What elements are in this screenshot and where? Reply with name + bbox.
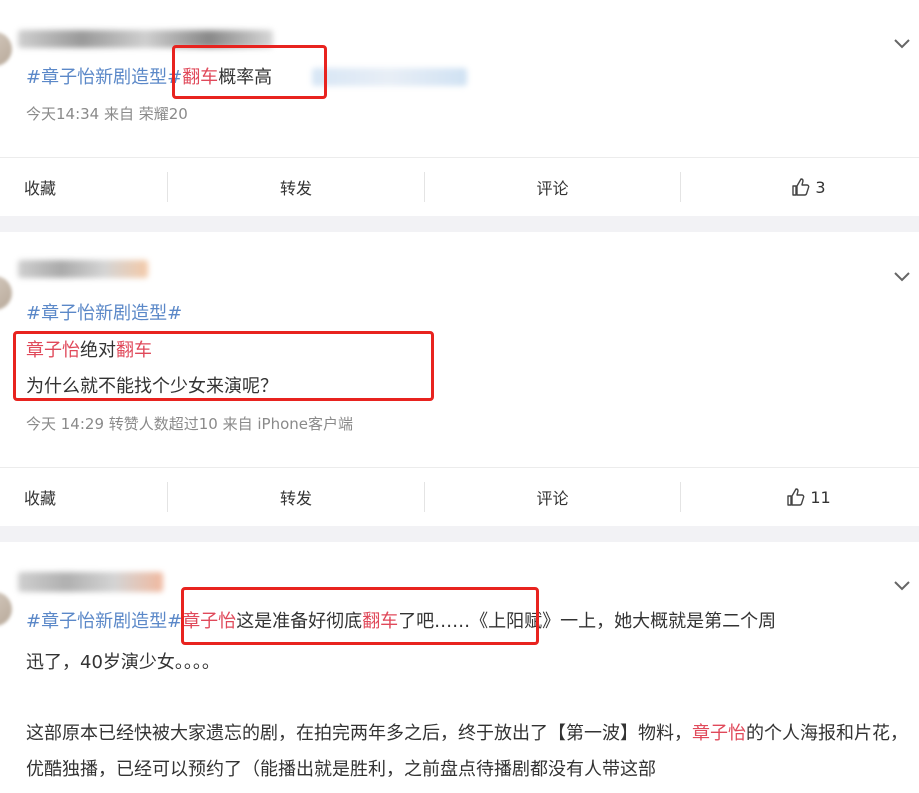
post-paragraph: 这部原本已经快被大家遗忘的剧，在拍完两年多之后，终于放出了【第一波】物料，章子怡… (26, 723, 908, 780)
keyword-link[interactable]: 翻车 (182, 67, 218, 88)
favorite-button[interactable]: 收藏 (24, 468, 164, 526)
chevron-down-icon[interactable] (893, 269, 911, 283)
post-text-line2: 迅了，40岁演少女。。。。 (26, 652, 220, 673)
thumbs-up-icon (792, 178, 810, 196)
weibo-feed: #章子怡新剧造型#翻车概率高 今天14:34 来自 荣耀20 收藏 转发 评论 … (0, 0, 919, 793)
comment-button[interactable]: 评论 (425, 468, 680, 526)
username-blurred (18, 572, 163, 592)
avatar[interactable] (0, 592, 12, 626)
post-text-line1: 章子怡绝对翻车 (26, 340, 152, 361)
post-3: #章子怡新剧造型#章子怡这是准备好彻底翻车了吧……《上阳赋》一上，她大概就是第二… (0, 542, 919, 793)
post-text-line1: #章子怡新剧造型#章子怡这是准备好彻底翻车了吧……《上阳赋》一上，她大概就是第二… (26, 611, 777, 632)
action-bar: 收藏 转发 评论 11 (0, 467, 919, 525)
topic-link[interactable]: #章子怡新剧造型 (26, 67, 167, 88)
post-1: #章子怡新剧造型#翻车概率高 今天14:34 来自 荣耀20 收藏 转发 评论 … (0, 0, 919, 216)
like-button[interactable]: 11 (681, 468, 919, 526)
thumbs-up-icon (787, 488, 805, 506)
repost-button[interactable]: 转发 (168, 158, 424, 216)
post-2: #章子怡新剧造型# 章子怡绝对翻车 为什么就不能找个少女来演呢？ 今天 14:2… (0, 232, 919, 526)
post-meta: 今天14:34 来自 荣耀20 (26, 105, 188, 123)
keyword-link[interactable]: 章子怡 (26, 340, 80, 361)
post-text-line2: 为什么就不能找个少女来演呢？ (26, 376, 278, 397)
post-meta: 今天 14:29 转赞人数超过10 来自 iPhone客户端 (26, 415, 354, 433)
topic-link[interactable]: #章子怡新剧造型# (26, 303, 182, 324)
keyword-link[interactable]: 翻车 (362, 611, 398, 632)
chevron-down-icon[interactable] (893, 36, 911, 50)
avatar[interactable] (0, 32, 12, 66)
chevron-down-icon[interactable] (893, 578, 911, 592)
comment-button[interactable]: 评论 (425, 158, 680, 216)
like-button[interactable]: 3 (681, 158, 919, 216)
keyword-link[interactable]: 章子怡 (182, 611, 236, 632)
topic-link[interactable]: #章子怡新剧造型 (26, 611, 167, 632)
username-blurred (18, 260, 148, 278)
separator (0, 216, 919, 232)
repost-button[interactable]: 转发 (168, 468, 424, 526)
keyword-link[interactable]: 翻车 (116, 340, 152, 361)
post-topic: #章子怡新剧造型# (26, 302, 182, 326)
separator (0, 526, 919, 542)
like-count: 3 (815, 177, 826, 197)
favorite-button[interactable]: 收藏 (24, 158, 164, 216)
keyword-link[interactable]: 章子怡 (692, 723, 746, 744)
avatar[interactable] (0, 276, 12, 310)
text-blurred (312, 68, 467, 86)
username-blurred (18, 30, 273, 48)
post-text: #章子怡新剧造型#翻车概率高 (26, 67, 273, 88)
like-count: 11 (810, 487, 831, 507)
action-bar: 收藏 转发 评论 3 (0, 157, 919, 215)
